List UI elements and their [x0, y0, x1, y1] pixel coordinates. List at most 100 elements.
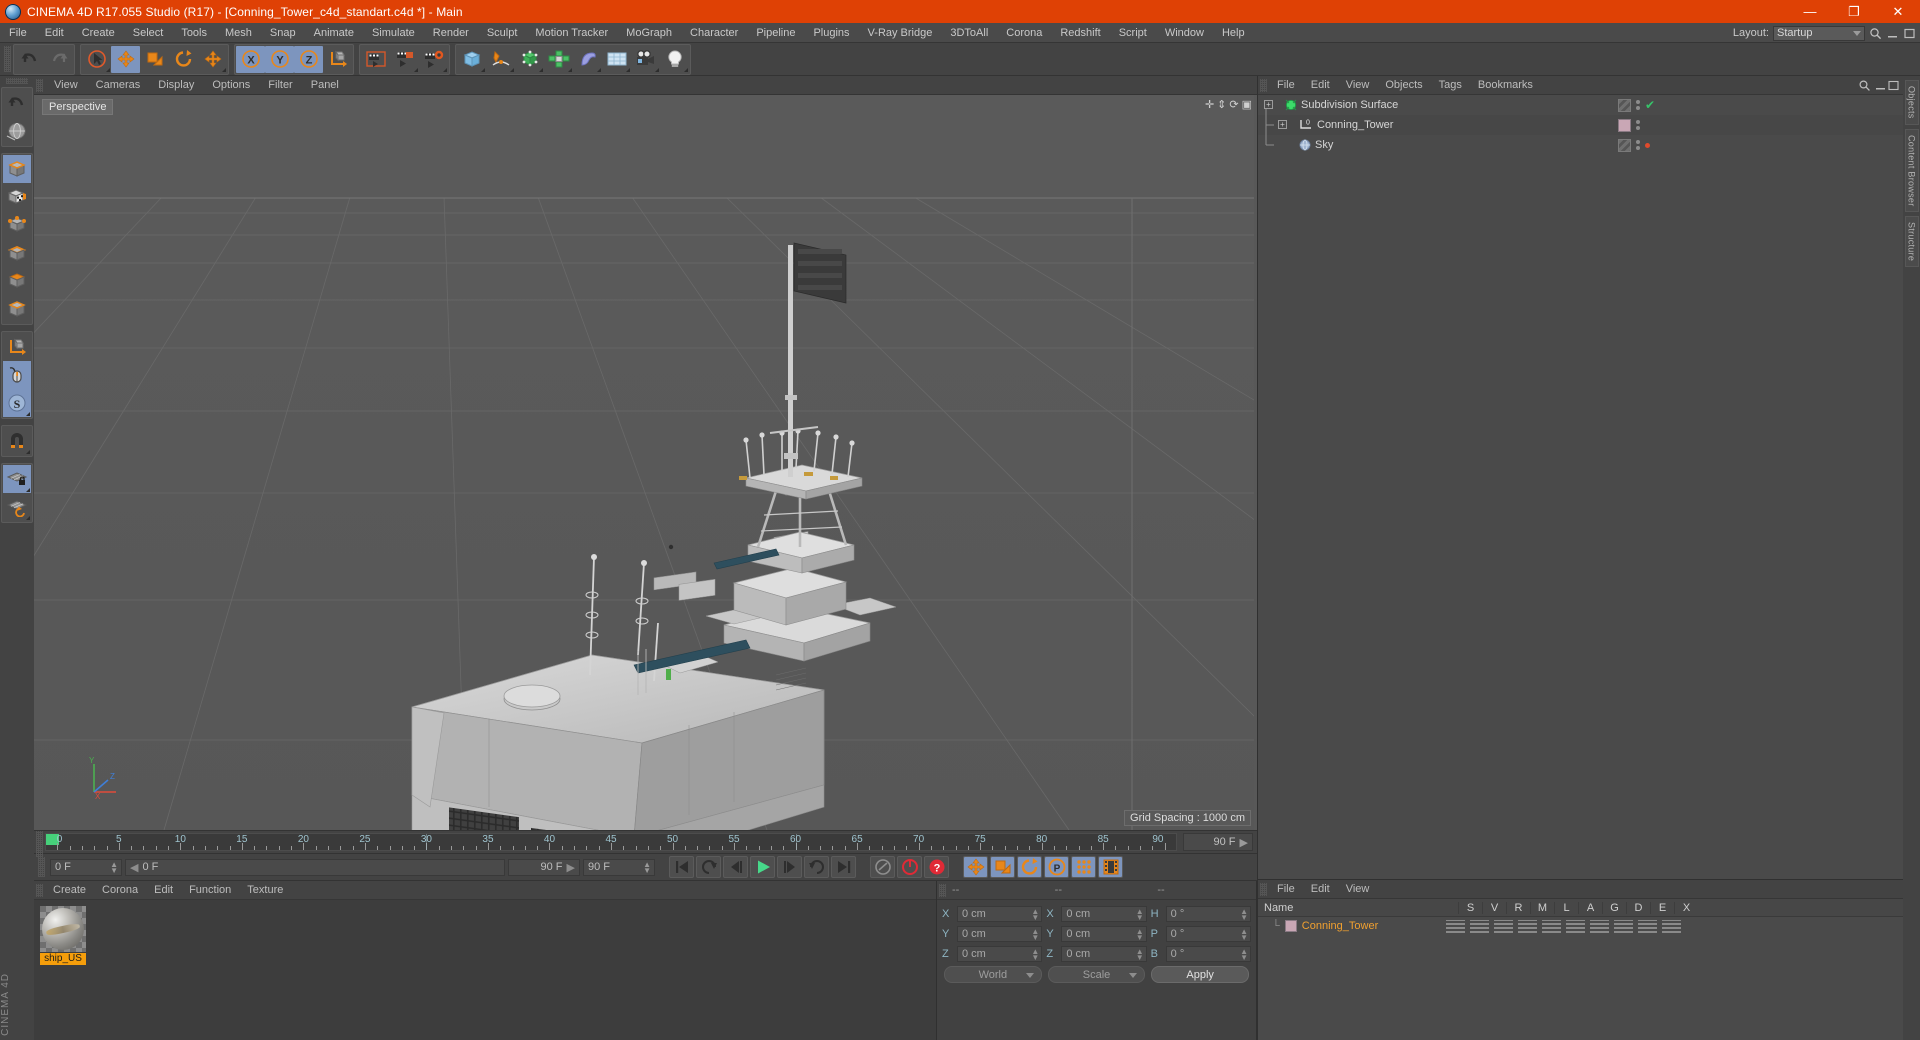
visibility-dot-icon[interactable]	[1645, 142, 1650, 148]
apply-button[interactable]: Apply	[1151, 966, 1250, 983]
next-key-button[interactable]	[804, 856, 829, 878]
layer-visible-icon[interactable]	[1469, 919, 1489, 933]
light-icon[interactable]	[660, 46, 689, 73]
layer-expression-icon[interactable]	[1637, 919, 1657, 933]
minimize-button[interactable]: —	[1788, 0, 1832, 23]
edge-mode-icon[interactable]	[3, 239, 31, 267]
environment-floor-icon[interactable]	[602, 46, 631, 73]
key-rotation-button[interactable]	[1017, 856, 1042, 878]
right-tab-objects[interactable]: Objects	[1904, 80, 1919, 125]
preview-prev-icon[interactable]: ◀	[130, 861, 138, 874]
primitive-cube-icon[interactable]	[457, 46, 486, 73]
layer-xref-icon[interactable]	[1661, 919, 1681, 933]
object-dots-icon[interactable]	[1636, 120, 1640, 130]
object-menu-edit[interactable]: Edit	[1303, 76, 1338, 95]
step-back-button[interactable]	[723, 856, 748, 878]
size-z-input[interactable]: 0 cm ▲ ▼	[1061, 946, 1147, 962]
key-pla-button[interactable]	[1071, 856, 1096, 878]
workplane-rotate-icon[interactable]	[3, 493, 31, 521]
spinner-icon[interactable]: ▲ ▼	[1136, 948, 1144, 962]
rotation-p-input[interactable]: 0 ° ▲ ▼	[1165, 926, 1251, 942]
viewport-menu-view[interactable]: View	[45, 76, 87, 95]
key-parameter-button[interactable]: P	[1044, 856, 1069, 878]
layer-animation-icon[interactable]	[1565, 919, 1585, 933]
undo-icon[interactable]	[15, 46, 44, 73]
attribute-column-header-x[interactable]: X	[1674, 901, 1698, 914]
viewport-maximize-icon[interactable]: ▣	[1242, 98, 1252, 111]
menu-item-character[interactable]: Character	[681, 23, 747, 43]
menu-item-3dtoall[interactable]: 3DToAll	[941, 23, 997, 43]
panel-minimize-icon[interactable]	[1874, 79, 1887, 92]
left-palette-grip[interactable]	[6, 78, 28, 84]
object-axis-icon[interactable]	[3, 333, 31, 361]
material-menu-texture[interactable]: Texture	[239, 881, 291, 900]
position-x-input[interactable]: 0 cm ▲ ▼	[957, 906, 1043, 922]
timeline-ruler[interactable]: 0 5 10 15 20 25 30 35 40 45 50 55 60 65 70 75 80 85 90	[45, 833, 1177, 851]
generator-icon[interactable]	[515, 46, 544, 73]
attribute-rows[interactable]: └ Conning_Tower	[1258, 917, 1903, 1040]
attribute-column-header-a[interactable]: A	[1578, 901, 1602, 914]
redo-icon[interactable]	[44, 46, 73, 73]
attribute-name-column-header[interactable]: Name	[1258, 902, 1458, 914]
attribute-menu-edit[interactable]: Edit	[1303, 880, 1338, 899]
spinner-icon[interactable]: ▲ ▼	[1136, 928, 1144, 942]
viewport-menu-filter[interactable]: Filter	[259, 76, 301, 95]
spinner-icon[interactable]: ▲ ▼	[1240, 928, 1248, 942]
object-tag-swatch[interactable]	[1618, 118, 1631, 132]
menu-item-tools[interactable]: Tools	[172, 23, 216, 43]
playbar-grip[interactable]	[38, 857, 45, 877]
layer-generator-icon[interactable]	[1589, 919, 1609, 933]
coordinate-mode-dropdown[interactable]: Scale	[1047, 966, 1146, 983]
menu-item-animate[interactable]: Animate	[305, 23, 363, 43]
viewport-menu-options[interactable]: Options	[203, 76, 259, 95]
timeline-grip[interactable]	[36, 831, 43, 857]
play-button[interactable]	[750, 856, 775, 878]
layer-render-icon[interactable]	[1493, 919, 1513, 933]
rotate-tool-icon[interactable]	[169, 46, 198, 73]
rotation-h-input[interactable]: 0 ° ▲ ▼	[1165, 906, 1251, 922]
key-position-button[interactable]	[963, 856, 988, 878]
menu-item-corona[interactable]: Corona	[997, 23, 1051, 43]
size-x-input[interactable]: 0 cm ▲ ▼	[1061, 906, 1147, 922]
menu-item-help[interactable]: Help	[1213, 23, 1254, 43]
axis-x-icon[interactable]: X	[236, 45, 265, 73]
viewport-3d-canvas[interactable]: Perspective Grid Spacing : 1000 cm ✛ ⇕ ⟳…	[34, 95, 1257, 830]
spinner-icon[interactable]: ▲ ▼	[1031, 908, 1039, 922]
timeline-view-button[interactable]	[1098, 856, 1123, 878]
viewport-scale-icon[interactable]: ⇕	[1217, 98, 1226, 111]
goto-end-button[interactable]	[831, 856, 856, 878]
camera-icon[interactable]	[631, 46, 660, 73]
spinner-icon[interactable]: ▲ ▼	[1031, 928, 1039, 942]
menu-item-v-ray-bridge[interactable]: V-Ray Bridge	[859, 23, 942, 43]
render-view-icon[interactable]	[361, 46, 390, 73]
menu-item-select[interactable]: Select	[124, 23, 173, 43]
object-tag-placeholder[interactable]	[1618, 138, 1631, 152]
panel-minimize-icon[interactable]	[1886, 27, 1899, 40]
layer-solo-icon[interactable]	[1445, 919, 1465, 933]
model-mode-icon[interactable]	[3, 295, 31, 323]
current-frame-field[interactable]: 0 F ▲ ▼	[50, 858, 122, 876]
spinner-icon[interactable]: ▲ ▼	[1240, 948, 1248, 962]
deformer-bend-icon[interactable]	[573, 46, 602, 73]
object-row[interactable]: Sky	[1258, 135, 1903, 155]
attribute-column-header-g[interactable]: G	[1602, 901, 1626, 914]
attribute-column-header-d[interactable]: D	[1626, 901, 1650, 914]
viewport-menu-grip[interactable]	[36, 78, 43, 92]
attribute-column-header-v[interactable]: V	[1482, 901, 1506, 914]
point-mode-icon[interactable]	[3, 211, 31, 239]
world-grid-icon[interactable]	[3, 117, 31, 145]
material-menu-grip[interactable]	[36, 883, 43, 897]
size-y-input[interactable]: 0 cm ▲ ▼	[1061, 926, 1147, 942]
position-y-input[interactable]: 0 cm ▲ ▼	[957, 926, 1043, 942]
preview-end-field[interactable]: 90 F ▶	[508, 858, 580, 876]
make-editable-icon[interactable]	[3, 155, 31, 183]
panel-maximize-icon[interactable]	[1903, 27, 1916, 40]
menu-item-pipeline[interactable]: Pipeline	[747, 23, 804, 43]
object-tag-placeholder[interactable]	[1618, 98, 1631, 112]
attribute-column-header-e[interactable]: E	[1650, 901, 1674, 914]
menu-item-plugins[interactable]: Plugins	[804, 23, 858, 43]
menu-item-edit[interactable]: Edit	[36, 23, 73, 43]
timeline-range-end-field[interactable]: 90 F ▶	[1183, 833, 1253, 851]
material-list[interactable]: ship_US	[34, 900, 936, 1040]
attribute-menu-grip[interactable]	[1260, 882, 1267, 896]
